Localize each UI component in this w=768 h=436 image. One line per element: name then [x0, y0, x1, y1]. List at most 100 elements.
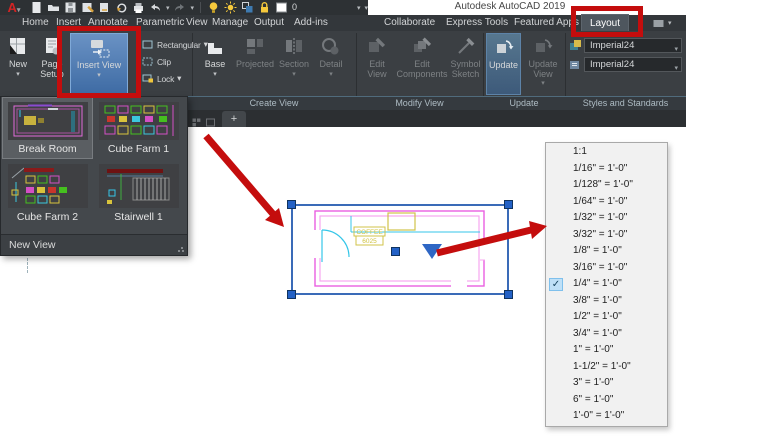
- scale-option[interactable]: 1/32" = 1'-0": [546, 210, 667, 227]
- drawing-tab-icon[interactable]: [206, 114, 215, 123]
- symbol-sketch-button: Symbol Sketch: [449, 33, 482, 94]
- layer-color-swatch[interactable]: [275, 1, 288, 14]
- scale-option[interactable]: 1/2" = 1'-0": [546, 309, 667, 326]
- gallery-item-label: Stairwell 1: [114, 211, 162, 223]
- break-room-floor-plan: COFFEE 6025: [293, 206, 507, 293]
- viewport-corner-grip[interactable]: [504, 200, 513, 209]
- projected-view-icon: [244, 36, 266, 58]
- undo-options-caret[interactable]: ▾: [166, 4, 170, 12]
- viewport-corner-grip[interactable]: [287, 200, 296, 209]
- viewport-scale-grip[interactable]: [422, 244, 442, 259]
- panel-title-styles: Styles and Standards: [565, 97, 686, 110]
- tab-output[interactable]: Output: [254, 15, 284, 31]
- viewport-corner-grip[interactable]: [504, 290, 513, 299]
- thumbnail-cube-farm-1: [99, 102, 179, 140]
- layout-viewport[interactable]: COFFEE 6025: [291, 204, 509, 295]
- new-layout-button[interactable]: New ▾: [2, 33, 34, 94]
- undo-icon[interactable]: [149, 1, 162, 14]
- symbol-sketch-icon: [455, 36, 477, 58]
- print-icon[interactable]: [132, 1, 145, 14]
- gallery-item-label: Cube Farm 2: [17, 211, 78, 223]
- chevron-down-icon: ▾: [674, 43, 678, 57]
- start-tab-icon[interactable]: [192, 114, 201, 123]
- lock-viewport-icon: [141, 72, 154, 85]
- tab-home[interactable]: Home: [22, 15, 49, 31]
- layer-dropdown-caret[interactable]: ▾: [357, 4, 361, 12]
- clip-button[interactable]: Clip: [141, 54, 197, 69]
- panel-title-modify-view: Modify View: [356, 97, 483, 110]
- rectangular-button[interactable]: Rectangular ▾: [141, 37, 197, 52]
- gallery-item-cube-farm-1[interactable]: Cube Farm 1: [94, 98, 183, 158]
- new-drawing-tab-button[interactable]: +: [222, 111, 246, 127]
- scale-option[interactable]: 1/16" = 1'-0": [546, 161, 667, 178]
- chevron-down-icon: ▾: [674, 62, 678, 76]
- view-style-select[interactable]: Imperial24▾: [584, 38, 682, 53]
- tab-add-ins[interactable]: Add-ins: [294, 15, 328, 31]
- lightbulb-icon[interactable]: [207, 1, 220, 14]
- redo-icon[interactable]: [173, 1, 186, 14]
- save-icon[interactable]: [64, 1, 77, 14]
- autocad-window: A▾ ▾ ▾ 0 ▾ ▾ Autodesk AutoCAD 2019 Home …: [0, 0, 768, 436]
- refresh-icon[interactable]: [115, 1, 128, 14]
- update-view-button: Update View ▾: [524, 33, 562, 94]
- toolbar-separator: [200, 2, 201, 13]
- scale-option[interactable]: 6" = 1'-0": [546, 392, 667, 409]
- tab-view[interactable]: View: [186, 15, 208, 31]
- thumbnail-break-room: [8, 102, 88, 140]
- tab-collaborate[interactable]: Collaborate: [384, 15, 435, 31]
- current-layer-value: 0: [292, 0, 297, 15]
- scale-option[interactable]: 3" = 1'-0": [546, 375, 667, 392]
- tab-parametric[interactable]: Parametric: [136, 15, 184, 31]
- scale-option[interactable]: 1" = 1'-0": [546, 342, 667, 359]
- base-view-icon: [204, 36, 226, 58]
- redo-options-caret[interactable]: ▾: [190, 4, 194, 12]
- scale-option[interactable]: 1-1/2" = 1'-0": [546, 359, 667, 376]
- clip-icon: [141, 55, 154, 68]
- resize-grip[interactable]: [177, 245, 185, 253]
- edit-view-button: Edit View: [359, 33, 395, 94]
- toolbar-customize-caret[interactable]: ▾: [365, 4, 369, 12]
- tab-featured-apps[interactable]: Featured Apps: [514, 15, 579, 31]
- scale-option[interactable]: 1'-0" = 1'-0": [546, 408, 667, 425]
- update-button[interactable]: Update: [486, 33, 521, 95]
- projected-view-button: Projected: [235, 33, 275, 94]
- detail-view-icon: [320, 36, 342, 58]
- scale-option[interactable]: 3/4" = 1'-0": [546, 326, 667, 343]
- drawing-tab-bar: +: [188, 110, 686, 127]
- tab-express-tools[interactable]: Express Tools: [446, 15, 508, 31]
- chevron-down-icon: ▾: [17, 7, 21, 14]
- scale-option[interactable]: 1/128" = 1'-0": [546, 177, 667, 194]
- plot-icon[interactable]: [98, 1, 111, 14]
- update-icon: [493, 37, 515, 59]
- scale-option[interactable]: 1:1: [546, 144, 667, 161]
- viewport-corner-grip[interactable]: [287, 290, 296, 299]
- thumbnail-stairwell-1: [99, 164, 179, 208]
- scale-option[interactable]: 3/32" = 1'-0": [546, 227, 667, 244]
- scale-option[interactable]: 3/8" = 1'-0": [546, 293, 667, 310]
- quick-access-toolbar: A▾ ▾ ▾ 0 ▾ ▾: [0, 0, 368, 15]
- scale-option[interactable]: 1/8" = 1'-0": [546, 243, 667, 260]
- scale-option-selected[interactable]: ✓ 1/4" = 1'-0": [546, 276, 667, 293]
- gallery-item-cube-farm-2[interactable]: Cube Farm 2: [3, 160, 92, 232]
- scale-option[interactable]: 1/64" = 1'-0": [546, 194, 667, 211]
- base-view-button[interactable]: Base ▾: [197, 33, 233, 94]
- new-file-icon[interactable]: [30, 1, 43, 14]
- new-view-button[interactable]: New View: [1, 234, 187, 255]
- update-view-icon: [532, 36, 554, 58]
- standard-style-select[interactable]: Imperial24▾: [584, 57, 682, 72]
- scale-option[interactable]: 3/16" = 1'-0": [546, 260, 667, 277]
- sun-icon[interactable]: [224, 1, 237, 14]
- tab-manage[interactable]: Manage: [212, 15, 248, 31]
- save-as-icon[interactable]: [81, 1, 94, 14]
- selection-cycling-icon[interactable]: [241, 1, 254, 14]
- lock-icon[interactable]: [258, 1, 271, 14]
- open-file-icon[interactable]: [47, 1, 60, 14]
- gallery-item-break-room[interactable]: Break Room: [3, 98, 92, 158]
- autocad-app-button[interactable]: A▾: [2, 0, 26, 15]
- ribbon-display-icon[interactable]: [652, 17, 665, 30]
- ribbon-display-caret[interactable]: ▾: [668, 19, 672, 27]
- gallery-item-stairwell-1[interactable]: Stairwell 1: [94, 160, 183, 232]
- viewport-move-grip[interactable]: [391, 247, 400, 256]
- rectangular-viewport-icon: [141, 38, 154, 51]
- lock-viewport-button[interactable]: Lock ▾: [141, 71, 197, 86]
